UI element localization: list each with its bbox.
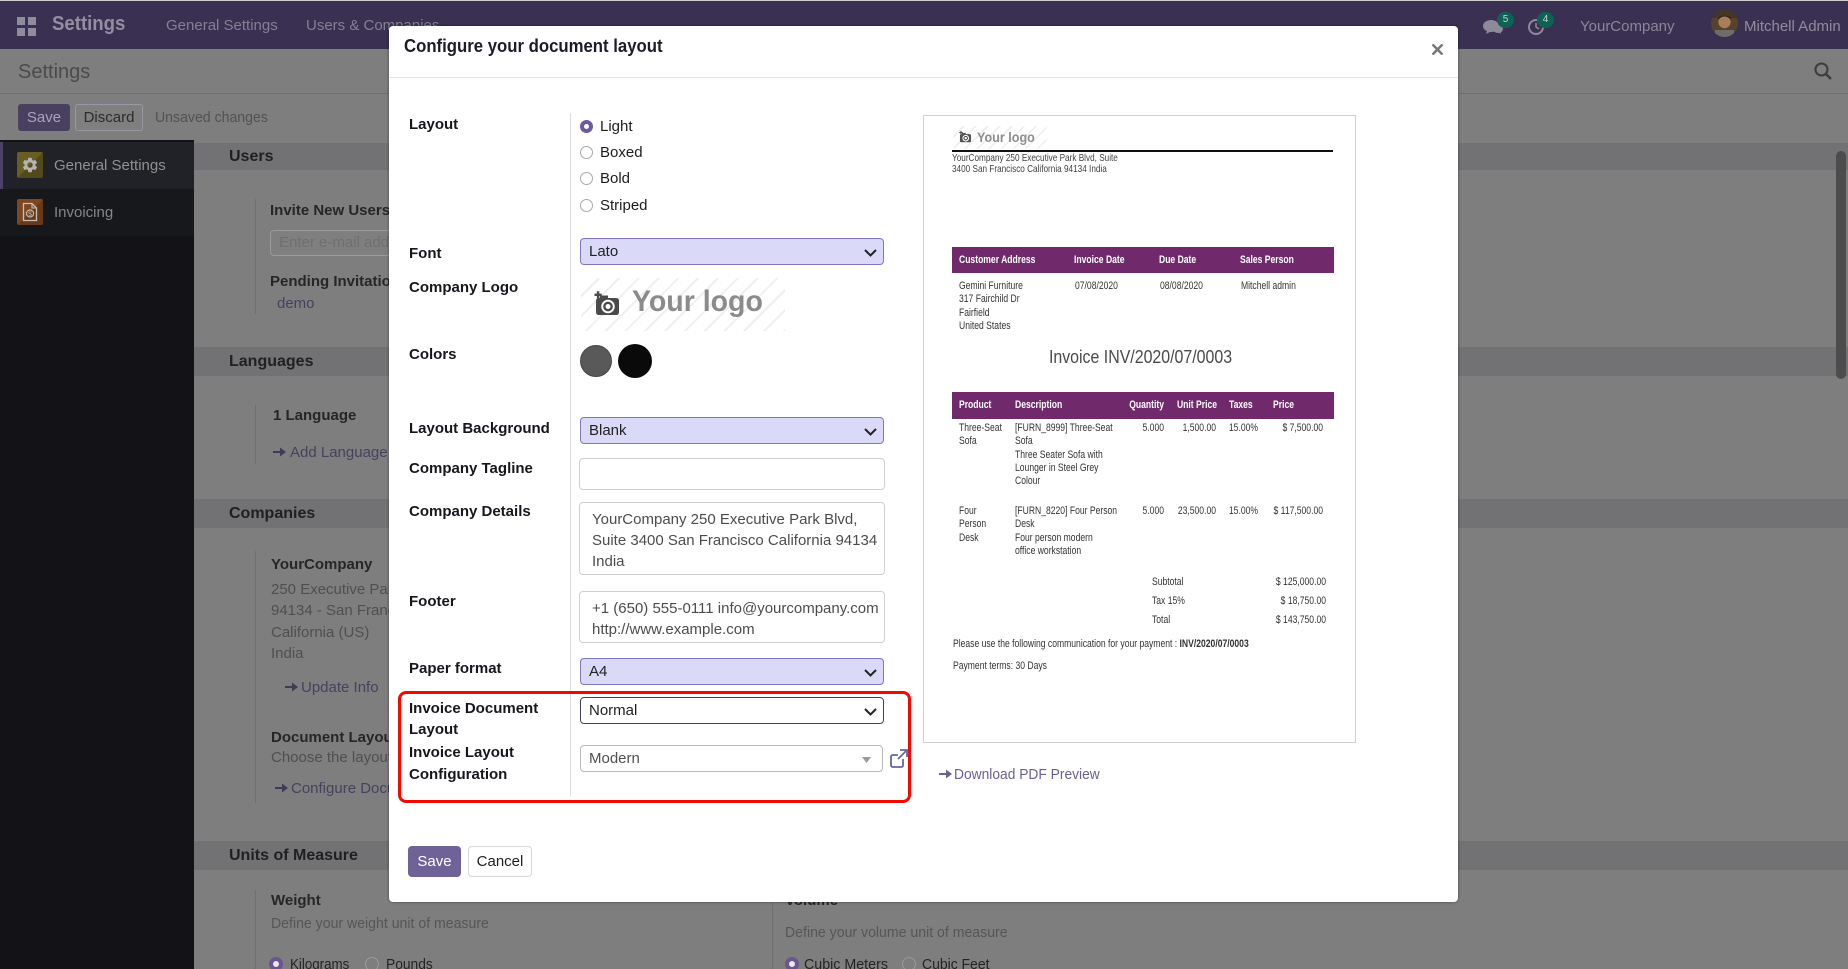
svg-text:$: $: [28, 211, 32, 218]
